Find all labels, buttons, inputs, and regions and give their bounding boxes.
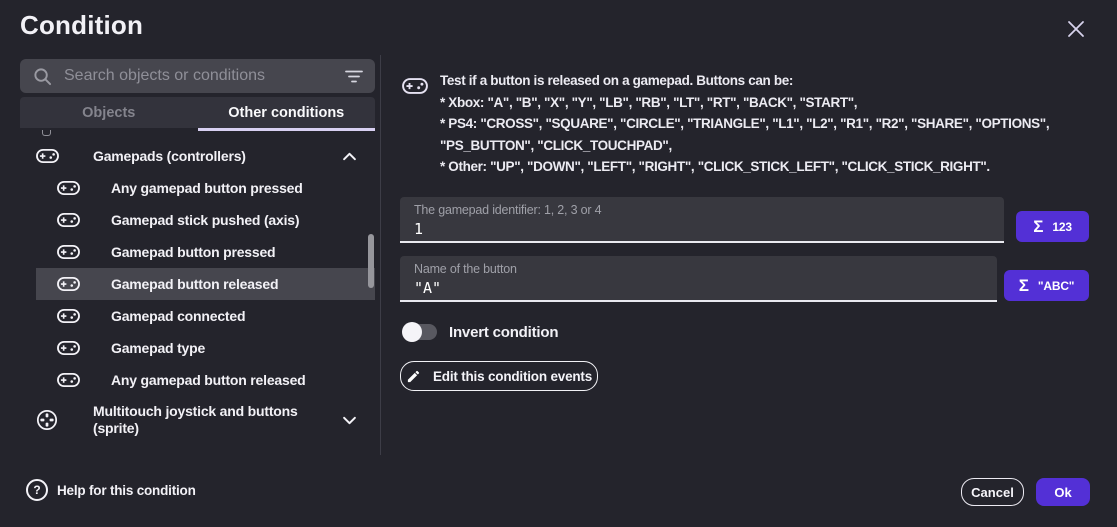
close-icon: [1067, 20, 1085, 38]
list-item[interactable]: Gamepad connected: [36, 300, 375, 332]
invert-condition-toggle[interactable]: [402, 322, 438, 342]
ok-button[interactable]: Ok: [1036, 478, 1090, 506]
edit-condition-events-button[interactable]: Edit this condition events: [400, 361, 598, 391]
sigma-icon: Σ: [1019, 276, 1029, 296]
list-item[interactable]: Any gamepad button pressed: [36, 172, 375, 204]
button-name-input[interactable]: [414, 276, 983, 297]
list-item-label: Gamepad stick pushed (axis): [111, 212, 299, 228]
gamepad-icon: [57, 340, 81, 356]
gamepad-icon: [36, 148, 62, 164]
expression-button-label: "ABC": [1038, 279, 1074, 293]
list-item-label: Multitouch joystick and buttons (sprite): [93, 403, 305, 437]
gamepad-icon: [57, 276, 81, 292]
list-scrollbar-thumb[interactable]: [368, 234, 374, 288]
description-line: Test if a button is released on a gamepa…: [440, 70, 1112, 92]
filter-icon[interactable]: [345, 70, 363, 83]
invert-condition-label: Invert condition: [449, 324, 558, 341]
list-item-label: Gamepad type: [111, 340, 205, 356]
tab-bar: Objects Other conditions: [20, 97, 375, 128]
button-name-field: Name of the button: [400, 256, 997, 302]
description-line: * PS4: "CROSS", "SQUARE", "CIRCLE", "TRI…: [440, 113, 1112, 135]
help-label: Help for this condition: [57, 483, 196, 498]
description-line: * Other: "UP", "DOWN", "LEFT", "RIGHT", …: [440, 156, 1112, 178]
list-item[interactable]: Gamepad button pressed: [36, 236, 375, 268]
list-item[interactable]: Gamepads (controllers): [36, 140, 375, 172]
pencil-icon: [406, 369, 421, 384]
search-box: [20, 59, 375, 93]
expression-builder-number-button[interactable]: Σ 123: [1016, 211, 1089, 242]
gamepad-icon: [57, 244, 81, 260]
joystick-icon: [36, 409, 62, 431]
gamepad-identifier-input[interactable]: [414, 217, 990, 238]
list-item-label: Any gamepad button released: [111, 372, 306, 388]
expression-button-label: 123: [1052, 220, 1071, 234]
list-item-label: Gamepad button pressed: [111, 244, 275, 260]
description-line: * Xbox: "A", "B", "X", "Y", "LB", "RB", …: [440, 92, 1112, 114]
cancel-button[interactable]: Cancel: [961, 478, 1024, 506]
list-item[interactable]: Any gamepad button released: [36, 364, 375, 396]
panel-divider: [380, 55, 381, 455]
close-button[interactable]: [1060, 13, 1092, 45]
gamepad-icon: [57, 212, 81, 228]
field-label: Name of the button: [414, 262, 983, 276]
expression-builder-string-button[interactable]: Σ "ABC": [1004, 270, 1089, 301]
gamepad-identifier-field: The gamepad identifier: 1, 2, 3 or 4: [400, 197, 1004, 243]
help-link[interactable]: ? Help for this condition: [26, 479, 196, 501]
edit-button-label: Edit this condition events: [433, 369, 592, 384]
list-item-label: Gamepads (controllers): [93, 148, 246, 164]
page-title: Condition: [20, 10, 143, 41]
toggle-knob: [402, 322, 422, 342]
list-item-label: Gamepad button released: [111, 276, 278, 292]
gamepad-icon: [57, 308, 81, 324]
condition-description: Test if a button is released on a gamepa…: [440, 70, 1112, 178]
active-tab-indicator: [198, 128, 376, 131]
tab-other-conditions[interactable]: Other conditions: [198, 97, 376, 128]
help-icon: ?: [26, 479, 48, 501]
conditions-list: Gamepads (controllers) Any gamepad button…: [36, 132, 375, 444]
invert-condition-row: Invert condition: [402, 321, 558, 343]
field-label: The gamepad identifier: 1, 2, 3 or 4: [414, 203, 990, 217]
sigma-icon: Σ: [1033, 217, 1043, 237]
search-icon: [33, 67, 52, 86]
list-item[interactable]: Multitouch joystick and buttons (sprite): [36, 396, 375, 444]
gamepad-icon: [402, 77, 428, 95]
list-item[interactable]: Gamepad stick pushed (axis): [36, 204, 375, 236]
list-item[interactable]: Gamepad type: [36, 332, 375, 364]
tab-objects[interactable]: Objects: [20, 97, 198, 128]
gamepad-icon: [57, 372, 81, 388]
list-item[interactable]: Gamepad button released: [36, 268, 375, 300]
list-item-label: Gamepad connected: [111, 308, 245, 324]
description-line: "PS_BUTTON", "CLICK_TOUCHPAD",: [440, 135, 1112, 157]
search-input[interactable]: [64, 67, 345, 85]
chevron-up-icon[interactable]: [342, 152, 357, 161]
list-item-label: Any gamepad button pressed: [111, 180, 303, 196]
gamepad-icon: [57, 180, 81, 196]
chevron-down-icon[interactable]: [342, 416, 357, 425]
